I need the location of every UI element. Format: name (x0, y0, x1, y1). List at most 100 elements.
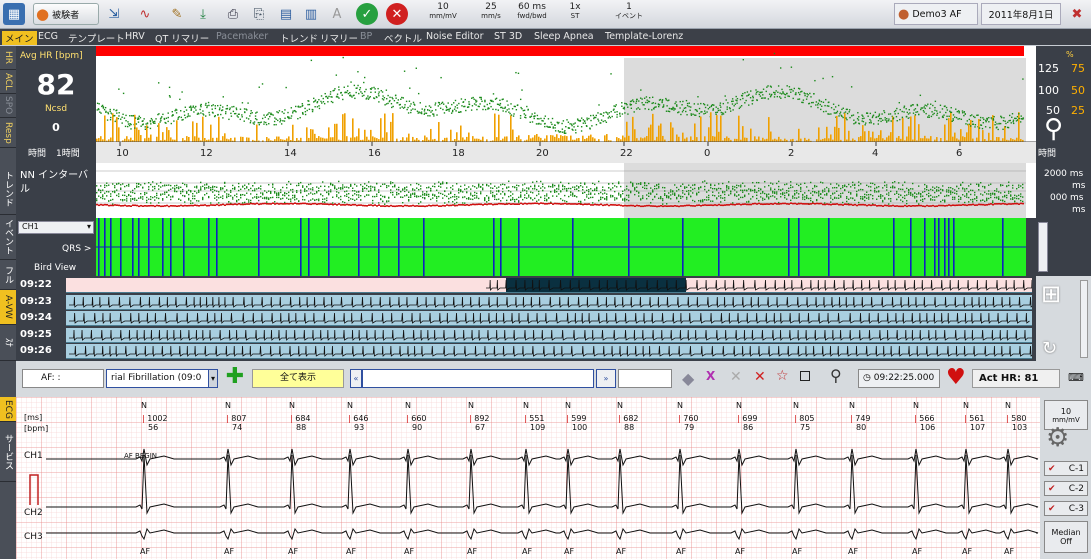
rhythm-strip-row[interactable] (66, 344, 1032, 359)
menu-item-noise-editor[interactable]: Noise Editor (426, 31, 484, 42)
beat-hr-label: 93 (354, 423, 365, 432)
settings-icon[interactable]: ⚙ (1046, 423, 1069, 453)
beat-type-label: N (1005, 401, 1011, 410)
menu-item-template-lorenz[interactable]: Template-Lorenz (605, 31, 683, 42)
export-icon[interactable]: ⇲ (103, 3, 125, 25)
beat-rr-label: | 566 (914, 414, 935, 423)
date-display[interactable]: 2011年8月1日 (981, 3, 1061, 25)
patient-button[interactable]: ● 被験者 (33, 3, 99, 25)
add-icon[interactable]: ✚ (224, 366, 246, 389)
rhythm-time-label[interactable]: 09:25 (18, 328, 64, 342)
refresh-icon[interactable]: ↻ (1042, 338, 1057, 359)
user-badge[interactable]: ● Demo3 AF (894, 3, 978, 25)
beat-hr-label: 88 (296, 423, 307, 432)
beat-rr-label: | 551 (524, 414, 545, 423)
qrs-scrollbar[interactable] (1038, 222, 1048, 272)
tab-avw[interactable]: A-VW (0, 290, 16, 325)
menu-item-sleep-apnea[interactable]: Sleep Apnea (534, 31, 594, 42)
folder-icon[interactable]: ▤ (275, 3, 297, 25)
download-icon[interactable]: ⤓ (192, 3, 214, 25)
marker-icon[interactable]: ☆ (776, 368, 789, 384)
tab-resp[interactable]: Resp (0, 118, 16, 148)
edit-icon[interactable]: ✎ (166, 3, 188, 25)
rhythm-time-label[interactable]: 09:24 (18, 311, 64, 325)
qrs-bird-view[interactable] (96, 218, 1026, 276)
menu-item-template[interactable]: テンプレート (68, 31, 125, 45)
rhythm-scrollbar[interactable] (1080, 280, 1088, 358)
tab-trend[interactable]: トレンド (0, 163, 16, 215)
af-field[interactable]: AF: : (22, 369, 104, 388)
menu-item-vector[interactable]: ベクトル (384, 31, 422, 45)
chevron-left-icon[interactable]: « (350, 369, 362, 388)
checkmark-icon: ✔ (1048, 483, 1056, 494)
menu-item-pacemaker[interactable]: Pacemaker (216, 31, 268, 42)
tab-service[interactable]: サービス (0, 422, 16, 482)
folder-settings-icon[interactable]: ▥ (300, 3, 322, 25)
mode-select[interactable] (618, 369, 672, 388)
ncsd-value: 0 (52, 121, 60, 134)
speed-value[interactable]: 10 (426, 3, 460, 12)
c3-toggle[interactable]: ✔ C-3 (1044, 501, 1088, 516)
box-icon[interactable] (800, 371, 810, 381)
tab-acl[interactable]: ACL (0, 70, 16, 94)
rhythm-time-label[interactable]: 09:26 (18, 344, 64, 358)
font-icon[interactable]: A (326, 3, 348, 25)
menu-item-summary[interactable]: リマリー (320, 31, 358, 45)
chevron-right-icon[interactable]: » (596, 369, 616, 388)
print-preview-icon[interactable]: ⎘ (248, 3, 270, 25)
beat-rr-label: | 807 (226, 414, 247, 423)
rhythm-select[interactable]: rial Fibrillation (09:0 (106, 369, 218, 388)
paper-value[interactable]: 25 (474, 3, 508, 12)
tab-hr[interactable]: HR (0, 46, 16, 70)
c1-toggle[interactable]: ✔ C-1 (1044, 461, 1088, 476)
edit-label-icon[interactable]: X (706, 369, 715, 383)
keyboard-icon[interactable]: ⌨ (1068, 371, 1084, 384)
close-icon[interactable]: ✖ (1066, 3, 1088, 25)
c2-toggle[interactable]: ✔ C-2 (1044, 481, 1088, 496)
beat-rr-label: | 805 (794, 414, 815, 423)
menu-item-hrv[interactable]: HRV (125, 31, 145, 42)
accept-icon[interactable]: ✓ (356, 3, 378, 25)
hr-trend-chart[interactable]: 10 12 14 16 18 20 22 0 2 4 6 (96, 46, 1036, 163)
tab-sn[interactable]: ｽﾅ (0, 325, 16, 361)
channel-select[interactable]: CH1 ▾ (18, 221, 94, 234)
search-icon[interactable]: ⚲ (830, 366, 842, 385)
beat-type-label: N (289, 401, 295, 410)
menu-item-bp[interactable]: BP (360, 31, 372, 42)
menu-item-st3d[interactable]: ST 3D (494, 31, 522, 42)
menu-item-trend[interactable]: トレンド (280, 31, 318, 45)
delete-gray-icon[interactable]: ✕ (730, 369, 742, 385)
stop-icon[interactable]: ✕ (386, 3, 408, 25)
print-icon[interactable]: ⎙ (222, 3, 244, 25)
tab-event[interactable]: イベント (0, 215, 16, 260)
tab-full[interactable]: フル (0, 260, 16, 290)
zoom-value[interactable]: 1x (564, 3, 586, 12)
tab-ecg[interactable]: ECG (0, 397, 16, 422)
time-field[interactable]: ◷ 09:22:25.000 (858, 369, 940, 388)
menu-item-main[interactable]: メイン (2, 31, 37, 45)
cube-icon[interactable]: ◆ (682, 369, 694, 388)
grid-menu-icon[interactable]: ▦ (3, 3, 25, 25)
ecg-panel[interactable]: [ms] [bpm] CH1 CH2 CH3 AF BEGIN N | 1002 5… (16, 397, 1040, 559)
delete-red-icon[interactable]: ✕ (754, 369, 766, 385)
menu-item-ecg[interactable]: ECG (38, 31, 58, 42)
rhythm-time-label[interactable]: 09:22 (18, 278, 64, 292)
zoom-icon[interactable]: ⚲ (1044, 114, 1063, 144)
median-button[interactable]: Median Off (1044, 521, 1088, 553)
rhythm-strip-row[interactable] (66, 294, 1032, 310)
nn-interval-chart[interactable] (96, 163, 1036, 218)
ecg-icon[interactable]: ∿ (134, 3, 156, 25)
chevron-down-icon[interactable]: ▾ (208, 369, 218, 388)
rhythm-strip-row[interactable] (66, 278, 1032, 293)
tab-spo[interactable]: SPO (0, 94, 16, 118)
show-all-button[interactable]: 全て表示 (252, 369, 344, 388)
timeline-scrollbar[interactable] (362, 369, 594, 388)
windows-icon[interactable]: ⊞ (1041, 280, 1061, 308)
interval-value[interactable]: 60 ms (512, 3, 552, 12)
beat-af-marker: AF (792, 547, 803, 556)
rhythm-strip-row[interactable] (66, 327, 1032, 343)
rhythm-strip-row[interactable] (66, 311, 1032, 326)
menu-item-qt-summary[interactable]: QT リマリー (155, 31, 209, 45)
rhythm-time-label[interactable]: 09:23 (18, 295, 64, 309)
event-value[interactable]: 1 (612, 3, 646, 12)
